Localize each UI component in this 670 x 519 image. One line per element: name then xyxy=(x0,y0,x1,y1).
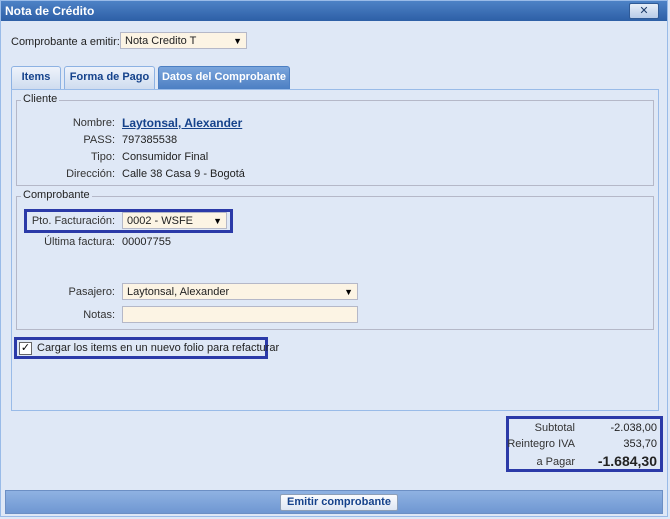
titlebar: Nota de Crédito ✕ xyxy=(1,1,667,21)
pto-facturacion-label: Pto. Facturación: xyxy=(31,215,115,227)
reintegro-iva-value: 353,70 xyxy=(623,438,657,450)
emitir-comprobante-label: Emitir comprobante xyxy=(287,496,391,508)
pass-label: PASS: xyxy=(83,134,115,146)
nombre-label: Nombre: xyxy=(72,117,115,129)
datos-comprobante-panel: Cliente Nombre: Laytonsal, Alexander PAS… xyxy=(11,89,659,411)
close-icon: ✕ xyxy=(639,5,649,17)
cliente-legend: Cliente xyxy=(21,93,60,105)
totals-box: Subtotal -2.038,00 Reintegro IVA 353,70 … xyxy=(506,416,663,472)
tab-strip: Items Forma de Pago Datos del Comprobant… xyxy=(11,66,659,89)
a-pagar-label: a Pagar xyxy=(536,456,575,468)
comprobante-emitir-value: Nota Credito T xyxy=(125,35,197,47)
tipo-label: Tipo: xyxy=(90,151,115,163)
window-title: Nota de Crédito xyxy=(5,4,95,18)
chevron-down-icon: ▼ xyxy=(233,36,242,46)
close-button[interactable]: ✕ xyxy=(629,3,659,19)
cargar-items-label: Cargar los items en un nuevo folio para … xyxy=(37,342,280,354)
footer-bar: Emitir comprobante xyxy=(5,490,663,514)
subtotal-label: Subtotal xyxy=(534,422,575,434)
pasajero-select[interactable]: Laytonsal, Alexander ▼ xyxy=(122,283,358,300)
chevron-down-icon: ▼ xyxy=(344,287,353,297)
pass-value: 797385538 xyxy=(122,134,178,146)
tab-forma-de-pago-label: Forma de Pago xyxy=(69,71,150,83)
checkmark-icon: ✓ xyxy=(20,342,31,354)
comprobante-fieldset: Comprobante Pto. Facturación: 0002 - WSF… xyxy=(16,189,654,330)
pto-facturacion-value: 0002 - WSFE xyxy=(127,215,194,227)
a-pagar-value: -1.684,30 xyxy=(597,453,657,469)
cargar-items-checkbox[interactable]: ✓ xyxy=(19,342,32,355)
direccion-label: Dirección: xyxy=(66,168,115,180)
tab-items-label: Items xyxy=(21,71,51,83)
chevron-down-icon: ▼ xyxy=(213,216,222,226)
emitir-comprobante-button[interactable]: Emitir comprobante xyxy=(280,494,398,511)
direccion-value: Calle 38 Casa 9 - Bogotá xyxy=(122,168,245,180)
nombre-link[interactable]: Laytonsal, Alexander xyxy=(122,116,242,130)
reintegro-iva-label: Reintegro IVA xyxy=(507,438,575,450)
comprobante-emitir-select[interactable]: Nota Credito T ▼ xyxy=(120,32,247,49)
tab-items[interactable]: Items xyxy=(11,66,61,89)
tipo-value: Consumidor Final xyxy=(122,151,209,163)
tab-datos-comprobante[interactable]: Datos del Comprobante xyxy=(158,66,290,89)
tab-forma-de-pago[interactable]: Forma de Pago xyxy=(64,66,155,89)
pto-facturacion-select[interactable]: 0002 - WSFE ▼ xyxy=(122,212,227,229)
nota-credito-window: Nota de Crédito ✕ Comprobante a emitir: … xyxy=(0,0,668,517)
comprobante-legend: Comprobante xyxy=(21,189,92,201)
notas-input[interactable] xyxy=(122,306,358,323)
tab-datos-comprobante-label: Datos del Comprobante xyxy=(161,71,287,83)
ultima-factura-value: 00007755 xyxy=(122,236,171,248)
notas-label: Notas: xyxy=(83,309,115,321)
comprobante-emitir-label: Comprobante a emitir: xyxy=(11,36,120,48)
pasajero-label: Pasajero: xyxy=(68,286,115,298)
ultima-factura-label: Última factura: xyxy=(44,236,115,248)
cliente-fieldset: Cliente Nombre: Laytonsal, Alexander PAS… xyxy=(16,93,654,186)
subtotal-value: -2.038,00 xyxy=(610,422,657,434)
pasajero-value: Laytonsal, Alexander xyxy=(127,286,230,298)
